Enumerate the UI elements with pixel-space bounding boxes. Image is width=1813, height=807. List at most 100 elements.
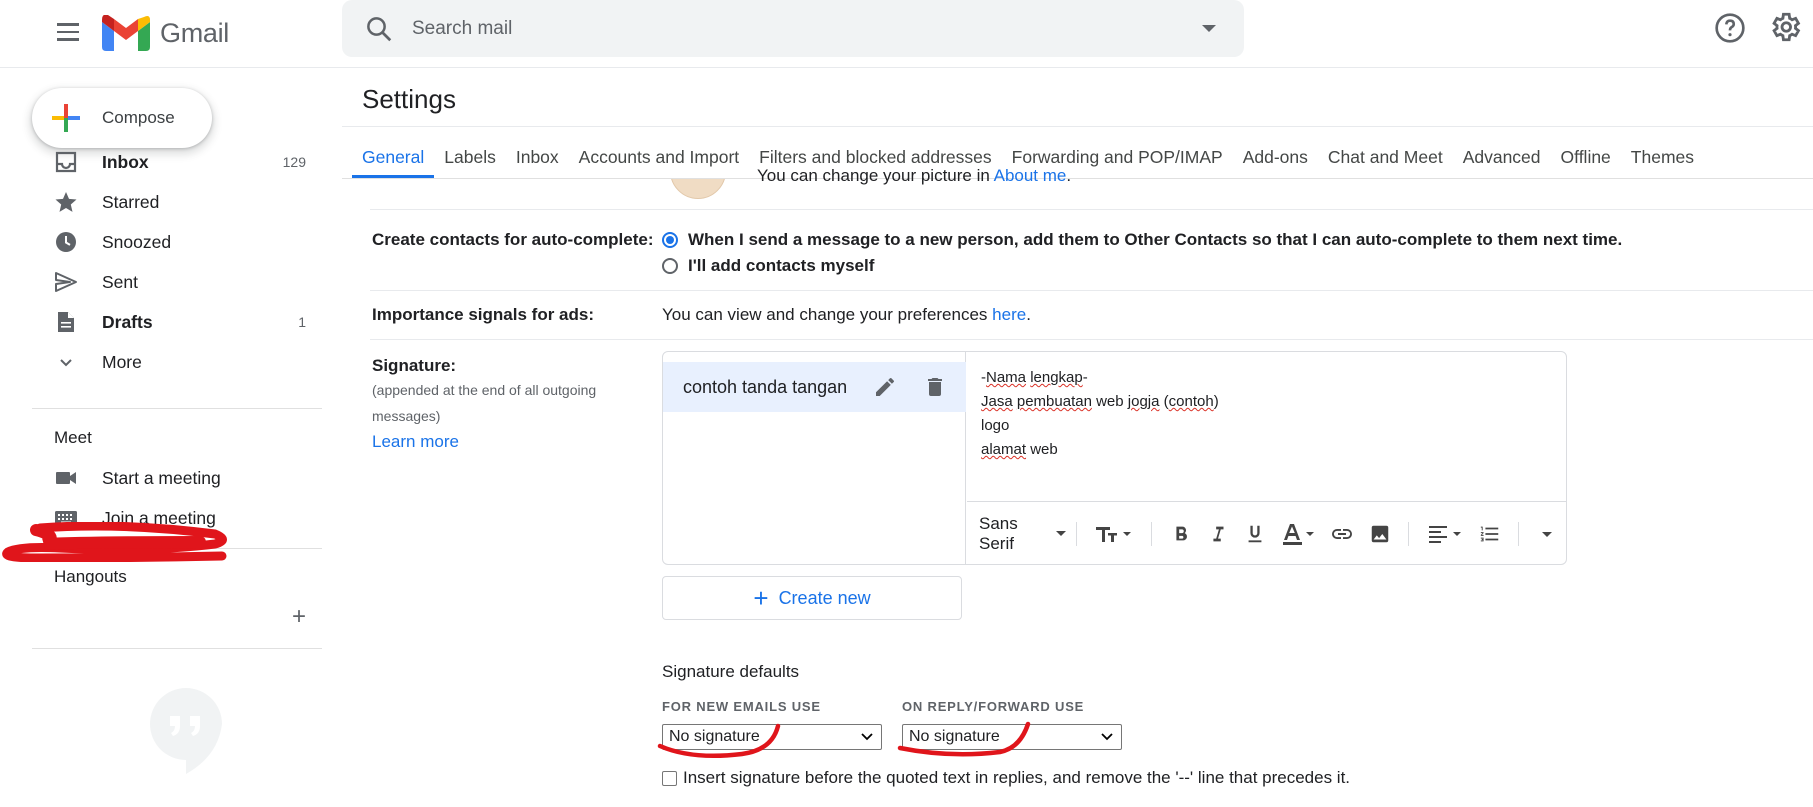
gmail-logo[interactable]: Gmail bbox=[102, 10, 229, 56]
settings-panel: Settings General Labels Inbox Accounts a… bbox=[342, 68, 1813, 807]
toolbar-divider bbox=[1076, 521, 1078, 546]
sidebar-item-drafts[interactable]: Drafts 1 bbox=[54, 304, 314, 340]
insert-signature-checkbox[interactable] bbox=[662, 770, 677, 786]
sidebar-item-sent[interactable]: Sent bbox=[54, 264, 314, 300]
bold-icon bbox=[1175, 526, 1187, 540]
tab-general[interactable]: General bbox=[352, 140, 435, 178]
sig-text: web bbox=[1091, 393, 1128, 410]
create-new-signature-button[interactable]: + Create new bbox=[662, 576, 962, 620]
search-input[interactable] bbox=[412, 17, 1202, 40]
sidebar-item-more[interactable]: More bbox=[54, 344, 314, 380]
learn-more-link[interactable]: Learn more bbox=[372, 432, 459, 452]
sidebar-item-starred[interactable]: Starred bbox=[54, 184, 314, 220]
compose-button[interactable]: Compose bbox=[32, 88, 212, 148]
picture-text: You can change your picture in bbox=[757, 169, 994, 185]
sig-text: alamat bbox=[981, 441, 1027, 458]
tab-advanced[interactable]: Advanced bbox=[1453, 140, 1551, 178]
reply-forward-signature-select[interactable]: No signature bbox=[902, 724, 1122, 750]
gear-icon[interactable] bbox=[1768, 10, 1802, 44]
contacts-option-manual[interactable]: I'll add contacts myself bbox=[662, 256, 874, 276]
sig-text: logo bbox=[981, 417, 1010, 434]
radio-unchecked[interactable] bbox=[662, 258, 678, 274]
bold-button[interactable] bbox=[1169, 521, 1192, 547]
compose-plus-icon bbox=[52, 104, 80, 132]
image-icon bbox=[1371, 525, 1388, 542]
tab-labels[interactable]: Labels bbox=[434, 140, 506, 178]
insert-signature-label: Insert signature before the quoted text … bbox=[683, 768, 1351, 787]
caret-down-icon bbox=[1056, 531, 1067, 536]
redaction-scribble bbox=[2, 522, 227, 562]
signature-item[interactable]: contoh tanda tangan bbox=[663, 362, 966, 412]
numbered-list-icon bbox=[1480, 526, 1498, 541]
tab-accounts-and-import[interactable]: Accounts and Import bbox=[569, 140, 750, 178]
toolbar-divider bbox=[1408, 521, 1410, 546]
italic-button[interactable] bbox=[1206, 521, 1229, 547]
start-meeting-link[interactable]: Start a meeting bbox=[54, 460, 314, 496]
align-button[interactable] bbox=[1426, 521, 1464, 547]
toolbar-divider bbox=[1151, 521, 1152, 546]
underline-icon bbox=[1248, 525, 1261, 542]
ads-text: You can view and change your preferences bbox=[662, 305, 993, 324]
contacts-option-auto[interactable]: When I send a message to a new person, a… bbox=[662, 230, 1622, 250]
profile-picture[interactable] bbox=[662, 179, 732, 219]
tab-chat-and-meet[interactable]: Chat and Meet bbox=[1318, 140, 1453, 178]
link-icon bbox=[1332, 528, 1353, 539]
search-icon[interactable] bbox=[364, 14, 394, 44]
signature-box: contoh tanda tangan -Nama lengkap- Jasa … bbox=[662, 351, 1567, 565]
search-bar[interactable] bbox=[342, 0, 1244, 57]
text-color-button[interactable] bbox=[1280, 521, 1316, 547]
sidebar-item-inbox[interactable]: Inbox 129 bbox=[54, 144, 314, 180]
new-emails-signature-select[interactable]: No signature bbox=[662, 724, 882, 750]
signature-editor[interactable]: -Nama lengkap- Jasa pembuatan web jogja … bbox=[967, 352, 1566, 502]
trash-icon[interactable] bbox=[923, 375, 947, 399]
select-value: No signature bbox=[669, 728, 760, 745]
pencil-icon[interactable] bbox=[873, 375, 897, 399]
help-icon[interactable] bbox=[1714, 12, 1746, 44]
clock-icon bbox=[56, 232, 76, 252]
search-options-icon[interactable] bbox=[1202, 25, 1216, 32]
contacts-label: Create contacts for auto-complete: bbox=[372, 230, 654, 249]
insert-link-button[interactable] bbox=[1330, 521, 1354, 547]
tab-inbox[interactable]: Inbox bbox=[506, 140, 569, 178]
underline-button[interactable] bbox=[1243, 521, 1266, 547]
more-formatting-button[interactable] bbox=[1536, 521, 1559, 547]
font-size-button[interactable] bbox=[1094, 521, 1134, 547]
sidebar-item-snoozed[interactable]: Snoozed bbox=[54, 224, 314, 260]
insert-image-button[interactable] bbox=[1368, 521, 1391, 547]
main-menu-button[interactable] bbox=[50, 14, 86, 50]
new-conversation-plus-icon[interactable]: + bbox=[292, 603, 306, 631]
chevron-down-icon bbox=[60, 359, 72, 367]
italic-icon bbox=[1212, 526, 1224, 541]
align-left-icon bbox=[1429, 525, 1462, 543]
about-me-link[interactable]: About me bbox=[994, 169, 1067, 185]
tab-themes[interactable]: Themes bbox=[1621, 140, 1704, 178]
compose-label: Compose bbox=[102, 108, 175, 127]
divider bbox=[32, 648, 322, 649]
new-emails-label: FOR NEW EMAILS USE bbox=[662, 699, 821, 714]
divider bbox=[32, 408, 322, 409]
plus-icon: + bbox=[753, 582, 769, 613]
ads-text-end: . bbox=[1026, 305, 1031, 324]
numbered-list-button[interactable] bbox=[1478, 521, 1501, 547]
radio-checked[interactable] bbox=[662, 232, 678, 248]
sig-text: jogja bbox=[1127, 393, 1160, 410]
font-family-select[interactable]: Sans Serif bbox=[979, 514, 1067, 554]
hangouts-section-title: Hangouts bbox=[54, 567, 127, 586]
ads-here-link[interactable]: here bbox=[992, 305, 1026, 324]
sig-text: ( bbox=[1159, 393, 1169, 410]
contacts-option-manual-label: I'll add contacts myself bbox=[688, 256, 875, 275]
meet-section-title: Meet bbox=[54, 428, 92, 447]
tab-add-ons[interactable]: Add-ons bbox=[1233, 140, 1318, 178]
chevron-down-icon bbox=[861, 733, 873, 741]
divider bbox=[370, 209, 1813, 210]
tab-offline[interactable]: Offline bbox=[1551, 140, 1621, 178]
start-meeting-label: Start a meeting bbox=[102, 467, 221, 488]
sidebar-item-label: Drafts bbox=[102, 311, 153, 332]
text-color-icon bbox=[1283, 523, 1315, 545]
picture-row: You can change your picture in About me. bbox=[757, 169, 1071, 189]
ads-row: You can view and change your preferences… bbox=[662, 305, 1031, 325]
inbox-icon bbox=[55, 151, 77, 173]
select-value: No signature bbox=[909, 728, 1000, 745]
create-new-label: Create new bbox=[778, 587, 871, 608]
caret-down-icon bbox=[1542, 531, 1553, 537]
